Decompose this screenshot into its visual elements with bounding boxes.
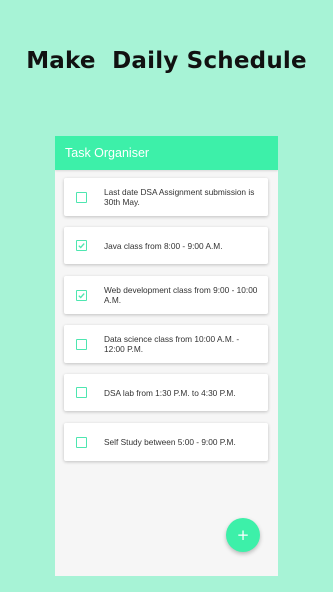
task-checkbox[interactable] [76,289,87,301]
task-text: Last date DSA Assignment submission is 3… [104,187,255,207]
check-icon [78,243,85,249]
app-title: Task Organiser [65,146,150,160]
task-checkbox[interactable] [76,387,87,398]
task-text: Java class from 8:00 - 9:00 A.M. [104,240,223,251]
task-card[interactable]: DSA lab from 1:30 P.M. to 4:30 P.M. [64,374,268,411]
task-text: Data science class from 10:00 A.M. - 12:… [104,334,240,354]
add-task-button[interactable]: + [226,518,260,552]
task-checkbox[interactable] [76,240,87,251]
task-checkbox[interactable] [76,191,87,203]
phone-screen: Task Organiser Last date DSA Assignment … [55,136,278,576]
task-text: Self Study between 5:00 - 9:00 P.M. [104,437,236,447]
task-text: DSA lab from 1:30 P.M. to 4:30 P.M. [104,387,236,398]
task-card[interactable]: Web development class from 9:00 - 10:00 … [64,276,268,314]
task-checkbox[interactable] [76,436,87,448]
plus-icon: + [236,525,250,544]
task-card[interactable]: Java class from 8:00 - 9:00 A.M. [64,227,268,264]
task-checkbox[interactable] [76,338,87,350]
task-card[interactable]: Self Study between 5:00 - 9:00 P.M. [64,423,268,461]
task-card[interactable]: Last date DSA Assignment submission is 3… [64,178,268,216]
task-text: Web development class from 9:00 - 10:00 … [104,285,258,305]
promo-headline: Make Daily Schedule [26,48,307,74]
app-bar: Task Organiser [55,136,278,170]
check-icon [78,292,85,298]
task-card[interactable]: Data science class from 10:00 A.M. - 12:… [64,325,268,363]
